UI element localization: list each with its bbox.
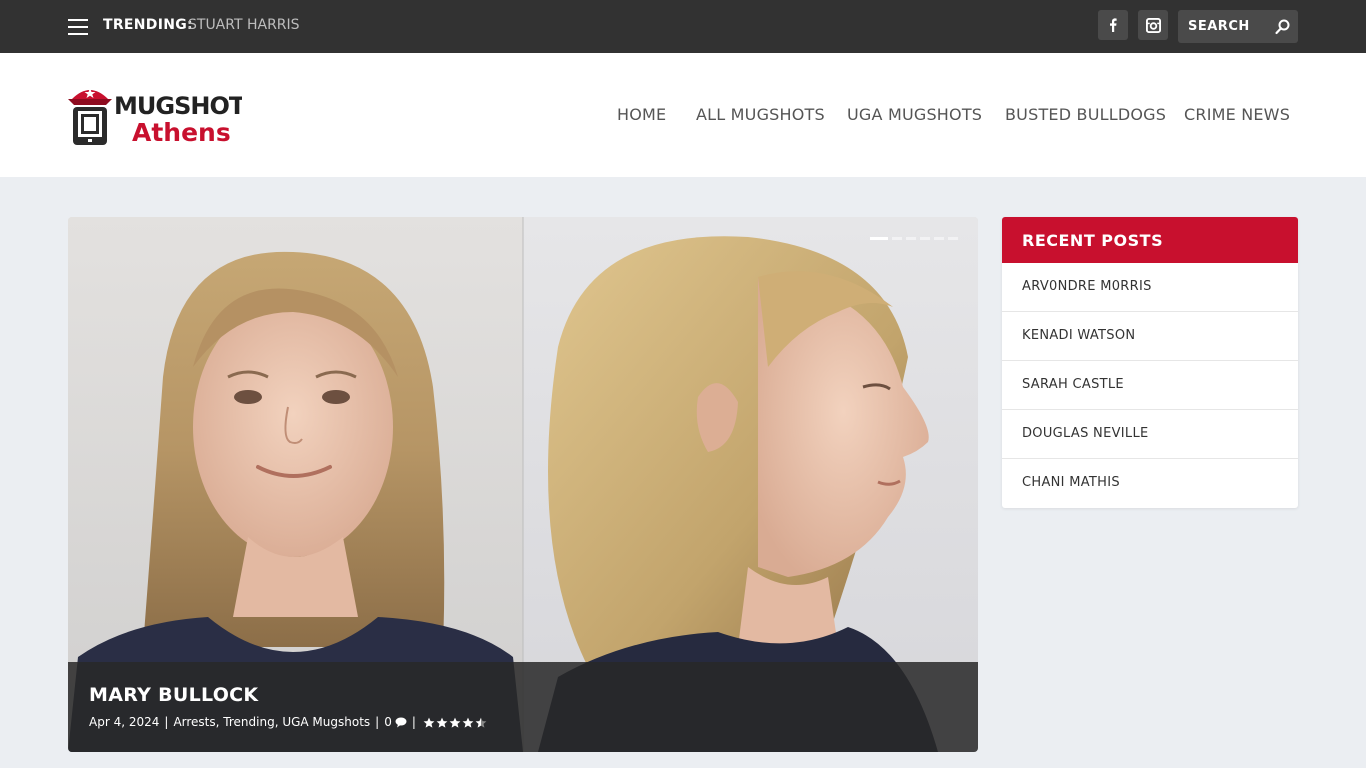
trending-label: TRENDING: [103, 17, 193, 33]
list-item: KENADI WATSON [1002, 312, 1298, 361]
list-item: CHANI MATHIS [1002, 459, 1298, 508]
slider-dot[interactable] [906, 237, 916, 240]
slider-dot[interactable] [892, 237, 902, 240]
site-header: MUGSHOTS Athens HOME ALL MUGSHOTS UGA MU… [0, 53, 1366, 177]
star-icon [423, 717, 435, 728]
star-icon [475, 717, 487, 728]
widget-title: RECENT POSTS [1002, 217, 1298, 263]
star-icon [436, 717, 448, 728]
featured-slider[interactable]: MARY BULLOCK Apr 4, 2024 | Arrests, Tren… [68, 217, 978, 752]
slider-pagination [870, 237, 958, 240]
category-link[interactable]: Trending [223, 715, 274, 729]
recent-post-link[interactable]: DOUGLAS NEVILLE [1022, 426, 1149, 441]
recent-post-link[interactable]: SARAH CASTLE [1022, 377, 1124, 392]
nav-home[interactable]: HOME [617, 105, 666, 124]
featured-title[interactable]: MARY BULLOCK [89, 684, 258, 706]
rating-stars [423, 717, 487, 728]
recent-post-link[interactable]: ARV0NDRE M0RRIS [1022, 279, 1152, 294]
hamburger-menu-icon[interactable] [68, 19, 88, 35]
recent-posts-list: ARV0NDRE M0RRIS KENADI WATSON SARAH CAST… [1002, 263, 1298, 508]
star-icon [449, 717, 461, 728]
comment-icon [395, 717, 407, 727]
trending-link[interactable]: STUART HARRIS [188, 17, 300, 33]
featured-caption: MARY BULLOCK Apr 4, 2024 | Arrests, Tren… [68, 662, 978, 752]
slider-dot[interactable] [870, 237, 888, 240]
list-item: ARV0NDRE M0RRIS [1002, 263, 1298, 312]
featured-meta: Apr 4, 2024 | Arrests, Trending, UGA Mug… [89, 715, 487, 729]
nav-crime-news[interactable]: CRIME NEWS [1184, 105, 1290, 124]
search-icon[interactable] [1274, 18, 1292, 36]
recent-posts-widget: RECENT POSTS ARV0NDRE M0RRIS KENADI WATS… [1002, 217, 1298, 508]
list-item: SARAH CASTLE [1002, 361, 1298, 410]
facebook-icon [1110, 18, 1117, 32]
instagram-icon [1145, 17, 1161, 33]
main-navigation: HOME ALL MUGSHOTS UGA MUGSHOTS BUSTED BU… [0, 105, 1290, 129]
facebook-button[interactable] [1098, 10, 1128, 40]
nav-all-mugshots[interactable]: ALL MUGSHOTS [696, 105, 825, 124]
instagram-button[interactable] [1138, 10, 1168, 40]
slider-dot[interactable] [934, 237, 944, 240]
top-bar: TRENDING: STUART HARRIS [0, 0, 1366, 53]
star-icon [462, 717, 474, 728]
nav-uga-mugshots[interactable]: UGA MUGSHOTS [847, 105, 982, 124]
recent-post-link[interactable]: CHANI MATHIS [1022, 475, 1120, 490]
search-box [1178, 10, 1298, 43]
list-item: DOUGLAS NEVILLE [1002, 410, 1298, 459]
nav-busted-bulldogs[interactable]: BUSTED BULLDOGS [1005, 105, 1166, 124]
search-input[interactable] [1178, 10, 1270, 43]
category-link[interactable]: UGA Mugshots [282, 715, 370, 729]
post-date: Apr 4, 2024 [89, 715, 160, 729]
recent-post-link[interactable]: KENADI WATSON [1022, 328, 1135, 343]
category-link[interactable]: Arrests [173, 715, 215, 729]
slider-dot[interactable] [920, 237, 930, 240]
slider-dot[interactable] [948, 237, 958, 240]
comment-count[interactable]: 0 [384, 715, 392, 729]
